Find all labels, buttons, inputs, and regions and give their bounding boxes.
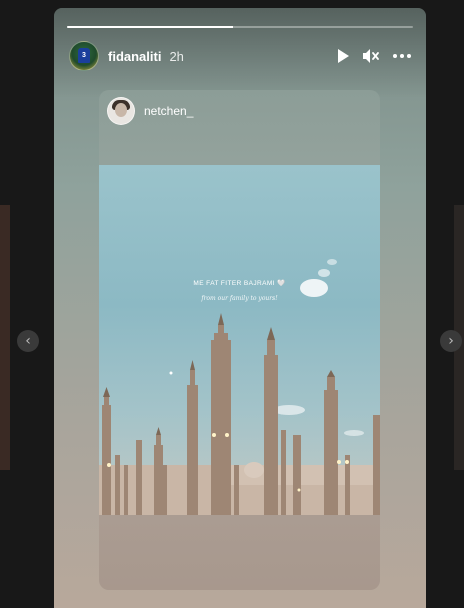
chevron-left-icon: ‹ [25,333,31,349]
caption-sub-text: from our family to yours! [201,295,278,302]
reshared-account-avatar[interactable] [107,97,135,125]
more-options-icon[interactable] [392,53,412,59]
story-controls [336,48,412,64]
reshared-account-username[interactable]: netchen_ [144,104,193,118]
mute-icon[interactable] [362,48,380,64]
story-viewer[interactable]: 3 fidanaliti 2h netchen_ ME FAT FITER BA… [54,8,426,608]
story-progress-fill [67,26,234,28]
posted-time: 2h [169,48,184,64]
reshared-post-footer-area [99,515,380,590]
post-caption: ME FAT FITER BAJRAMI 🤍 from our family t… [99,279,380,302]
account-username[interactable]: fidanaliti [108,49,161,64]
caption-main-text: ME FAT FITER BAJRAMI 🤍 [193,280,286,287]
account-avatar[interactable]: 3 [69,41,99,71]
reshared-post-card[interactable]: netchen_ ME FAT FITER BAJRAMI 🤍 from our… [99,90,380,590]
story-progress-bar [67,26,413,28]
previous-story-button[interactable]: ‹ [17,330,39,352]
mosque-illustration [99,259,380,515]
chevron-right-icon: › [448,333,454,349]
next-story-button[interactable]: › [440,330,462,352]
adjacent-story-left [0,205,10,470]
avatar-jersey-number: 3 [78,48,90,63]
story-header: 3 fidanaliti 2h [69,41,412,71]
play-icon[interactable] [336,48,350,64]
reshared-post-header: netchen_ [107,97,193,125]
reshared-post-image: ME FAT FITER BAJRAMI 🤍 from our family t… [99,165,380,515]
